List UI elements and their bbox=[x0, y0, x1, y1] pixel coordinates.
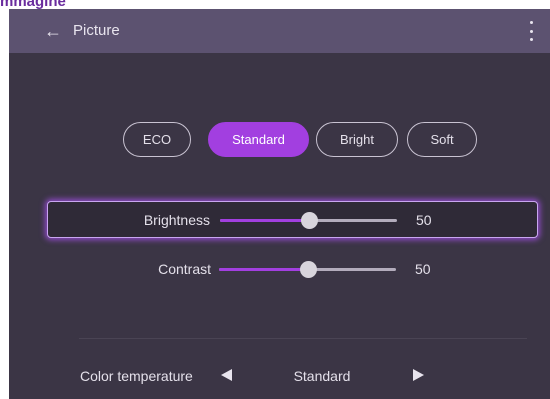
contrast-value: 50 bbox=[415, 261, 431, 277]
mode-eco-button[interactable]: ECO bbox=[123, 122, 191, 157]
mode-bright-button[interactable]: Bright bbox=[316, 122, 398, 157]
section-divider bbox=[79, 338, 527, 339]
triangle-left-icon[interactable] bbox=[221, 369, 232, 381]
top-bar: ← Picture bbox=[9, 9, 550, 53]
mode-standard-button[interactable]: Standard bbox=[208, 122, 309, 157]
brightness-label: Brightness bbox=[143, 212, 210, 228]
contrast-slider[interactable] bbox=[219, 261, 396, 278]
contrast-row[interactable]: Contrast 50 bbox=[47, 251, 538, 288]
arrow-left-icon[interactable]: ← bbox=[43, 18, 63, 44]
mode-soft-button[interactable]: Soft bbox=[407, 122, 477, 157]
color-temperature-value: Standard bbox=[293, 368, 351, 384]
contrast-label: Contrast bbox=[158, 261, 211, 277]
page-title: Picture bbox=[73, 22, 120, 39]
more-vertical-icon[interactable] bbox=[523, 19, 539, 43]
picture-settings-screen: ← Picture ECO Standard Bright Soft Brigh… bbox=[9, 9, 550, 399]
color-temperature-label: Color temperature bbox=[80, 368, 193, 384]
triangle-right-icon[interactable] bbox=[413, 369, 424, 381]
brightness-row[interactable]: Brightness 50 bbox=[47, 201, 538, 238]
brightness-slider-thumb[interactable] bbox=[301, 212, 318, 229]
contrast-slider-fill bbox=[219, 268, 308, 271]
brightness-slider-fill bbox=[220, 219, 309, 222]
contrast-slider-thumb[interactable] bbox=[300, 261, 317, 278]
brightness-value: 50 bbox=[416, 212, 432, 228]
brightness-slider[interactable] bbox=[220, 212, 397, 229]
